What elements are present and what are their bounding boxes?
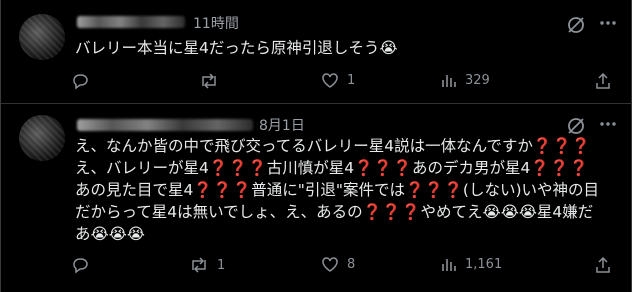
- views-icon: [442, 259, 456, 271]
- action-bar: 1 8 1,161: [71, 256, 623, 276]
- repost-count: 1: [217, 257, 226, 273]
- post-text-line: え、バレリーが星4❓❓❓古川慎が星4❓❓❓あのデカ男が星4❓❓❓: [75, 159, 589, 177]
- post-time[interactable]: 8月1日: [259, 115, 305, 135]
- post-2[interactable]: 8月1日 え、なんか皆の中で飛び交ってるバレリー星4説は一体なんですか❓❓❓ え…: [1, 105, 632, 292]
- like-button[interactable]: 1: [321, 72, 355, 89]
- grok-icon[interactable]: [566, 116, 586, 136]
- post-text: え、なんか皆の中で飛び交ってるバレリー星4説は一体なんですか❓❓❓ え、バレリー…: [75, 135, 599, 245]
- author-name-blurred[interactable]: [77, 119, 253, 131]
- grok-icon[interactable]: [566, 15, 586, 35]
- like-count: 1: [347, 73, 356, 88]
- like-button[interactable]: 8: [321, 256, 355, 273]
- avatar[interactable]: [19, 115, 65, 161]
- post-text-line: バレリー本当に星4だったら原神引退しそう😭: [75, 39, 398, 57]
- post-text-line: あ😭😭😭: [75, 225, 145, 243]
- share-icon: [596, 256, 610, 273]
- repost-icon: [202, 73, 216, 89]
- more-icon[interactable]: [599, 20, 617, 26]
- repost-button[interactable]: 1: [189, 256, 225, 274]
- action-bar: 1 329: [71, 72, 623, 92]
- heart-icon: [322, 73, 338, 88]
- post-text-line: だからって星4は無いでしょ、え、あるの❓❓❓やめてえ😭😭😭星4嫌だ: [75, 203, 594, 221]
- post-text-line: あの見た目で星4❓❓❓普通に"引退"案件では❓❓❓(しない)いや神の目: [75, 181, 600, 199]
- heart-icon: [322, 257, 338, 272]
- repost-button[interactable]: [199, 72, 227, 90]
- repost-icon: [192, 257, 206, 273]
- views-button[interactable]: 1,161: [441, 256, 502, 272]
- avatar[interactable]: [19, 14, 65, 60]
- like-count: 8: [347, 257, 356, 272]
- views-icon: [442, 75, 456, 87]
- post-text: バレリー本当に星4だったら原神引退しそう😭: [75, 37, 397, 59]
- views-button[interactable]: 329: [441, 72, 490, 88]
- reply-icon: [73, 74, 88, 90]
- post-text-line: え、なんか皆の中で飛び交ってるバレリー星4説は一体なんですか❓❓❓: [75, 137, 591, 155]
- view-count: 329: [465, 72, 490, 88]
- post-1[interactable]: 11時間 バレリー本当に星4だったら原神引退しそう😭 1 329: [1, 0, 632, 104]
- reply-icon: [73, 258, 88, 274]
- share-button[interactable]: [595, 256, 611, 274]
- reply-button[interactable]: [71, 256, 97, 274]
- author-name-blurred[interactable]: [77, 16, 185, 28]
- post-time[interactable]: 11時間: [193, 13, 239, 33]
- share-button[interactable]: [595, 72, 611, 90]
- share-icon: [596, 72, 610, 89]
- more-icon[interactable]: [599, 121, 617, 127]
- post-divider: [1, 103, 632, 104]
- reply-button[interactable]: [71, 72, 97, 90]
- timeline: 11時間 バレリー本当に星4だったら原神引退しそう😭 1 329 8月1日 え、…: [0, 0, 632, 292]
- view-count: 1,161: [465, 256, 503, 272]
